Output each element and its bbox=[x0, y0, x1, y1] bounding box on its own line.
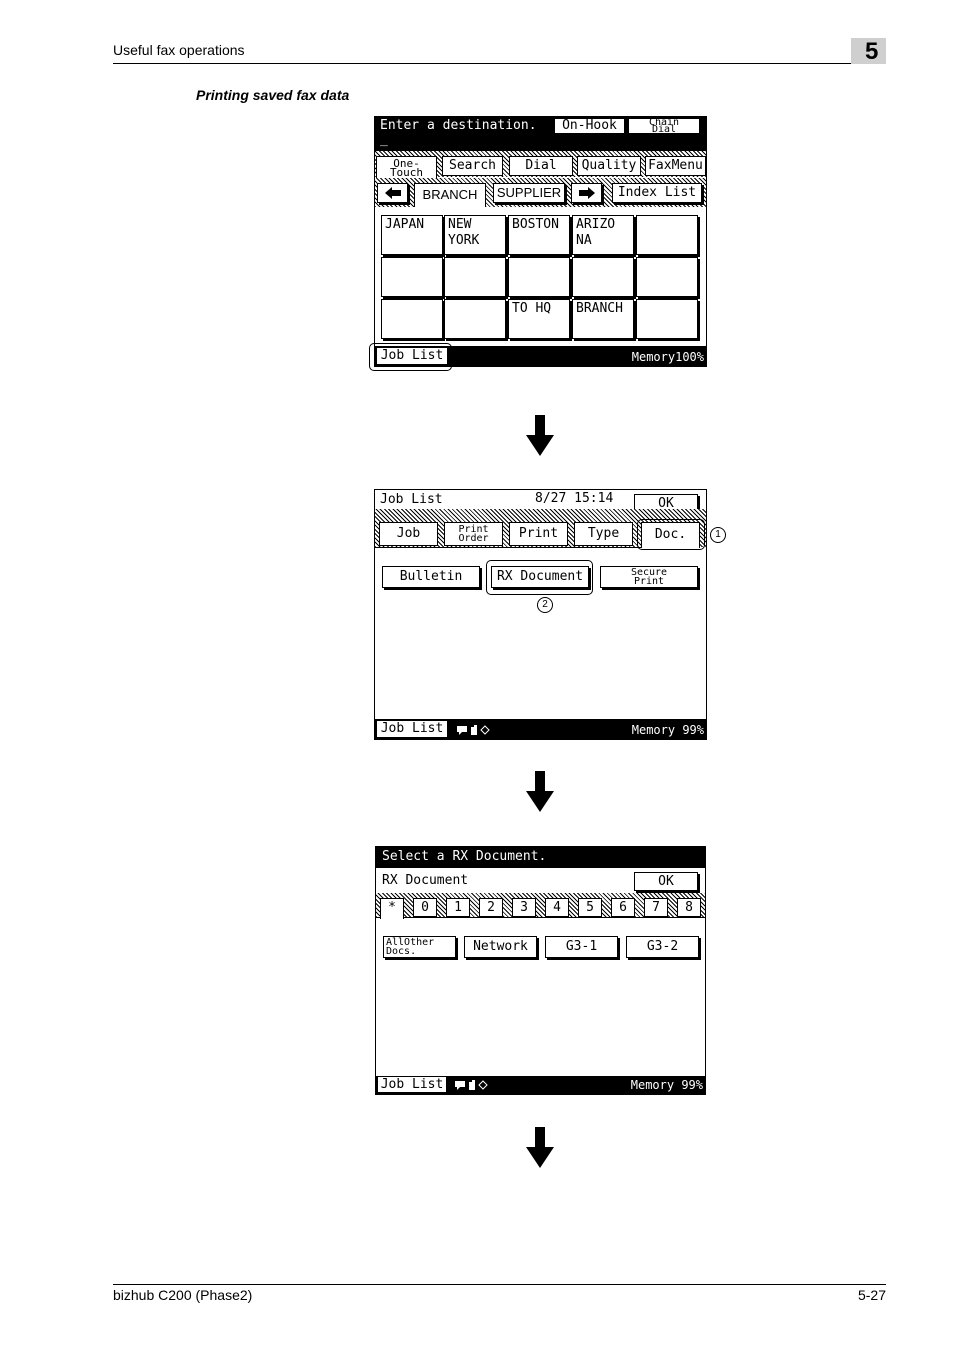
right-arrow-icon bbox=[578, 187, 595, 199]
memory-status: Memory 99% bbox=[630, 1078, 703, 1092]
one-touch-key[interactable]: BRANCH bbox=[572, 299, 634, 339]
datetime: 8/27 15:14 bbox=[535, 491, 614, 506]
tab-print-order[interactable]: Print Order bbox=[444, 522, 503, 546]
ok-button[interactable]: OK bbox=[634, 872, 698, 891]
g3-1-button[interactable]: G3-1 bbox=[545, 936, 618, 958]
next-page-button[interactable] bbox=[571, 183, 602, 203]
one-touch-key[interactable] bbox=[572, 257, 634, 297]
one-touch-key[interactable]: BOSTON bbox=[508, 215, 570, 255]
bulletin-button[interactable]: Bulletin bbox=[382, 566, 480, 588]
index-tab[interactable]: 8 bbox=[677, 898, 701, 917]
job-list-highlight bbox=[369, 343, 452, 371]
tab-one-touch[interactable]: One- Touch bbox=[376, 156, 437, 178]
section-title: Useful fax operations bbox=[113, 42, 245, 58]
prompt-text: Enter a destination. bbox=[380, 118, 537, 133]
page-number: 5-27 bbox=[857, 1287, 886, 1303]
down-arrow-icon bbox=[526, 1127, 554, 1168]
one-touch-key[interactable] bbox=[636, 299, 698, 339]
index-tab[interactable]: 7 bbox=[644, 898, 668, 917]
network-button[interactable]: Network bbox=[464, 936, 537, 958]
one-touch-key[interactable]: ARIZO NA bbox=[572, 215, 634, 255]
content-top-rule bbox=[376, 917, 705, 918]
job-list-button[interactable]: Job List bbox=[376, 720, 448, 738]
memory-status: Memory 99% bbox=[631, 723, 704, 737]
one-touch-key[interactable] bbox=[636, 257, 698, 297]
job-list-button[interactable]: Job List bbox=[377, 1076, 447, 1093]
memory-status: Memory100% bbox=[631, 350, 704, 364]
tab-dial[interactable]: Dial bbox=[509, 156, 573, 176]
prev-page-button[interactable] bbox=[377, 183, 408, 203]
index-tab[interactable]: * bbox=[380, 898, 404, 919]
group-tab-branch[interactable]: BRANCH bbox=[414, 183, 486, 207]
screen-rx-document: Select a RX Document. RX Document OK All… bbox=[375, 846, 706, 1095]
tab-faxmenu[interactable]: FaxMenu bbox=[645, 156, 706, 176]
one-touch-key[interactable] bbox=[381, 257, 443, 297]
callout-1: 1 bbox=[710, 527, 726, 543]
prompt-text: Select a RX Document. bbox=[382, 849, 547, 864]
group-tab-supplier[interactable]: SUPPLIER bbox=[493, 183, 565, 203]
tab-print[interactable]: Print bbox=[509, 522, 568, 546]
index-tab[interactable]: 6 bbox=[611, 898, 635, 917]
one-touch-key[interactable] bbox=[444, 299, 506, 339]
cursor: _ bbox=[380, 132, 388, 147]
product-name: bizhub C200 (Phase2) bbox=[113, 1287, 253, 1303]
one-touch-key[interactable] bbox=[508, 257, 570, 297]
index-tab[interactable]: 3 bbox=[512, 898, 536, 917]
one-touch-key[interactable]: NEW YORK bbox=[444, 215, 506, 255]
down-arrow-icon bbox=[526, 415, 554, 456]
one-touch-key[interactable]: TO HQ bbox=[508, 299, 570, 339]
tab-job[interactable]: Job bbox=[379, 522, 438, 546]
status-icons bbox=[455, 1080, 488, 1090]
status-icons bbox=[457, 725, 490, 735]
callout-2: 2 bbox=[537, 597, 553, 613]
one-touch-key[interactable]: JAPAN bbox=[381, 215, 443, 255]
index-list-button[interactable]: Index List bbox=[612, 183, 702, 203]
job-list-title: Job List bbox=[380, 492, 443, 507]
g3-2-button[interactable]: G3-2 bbox=[626, 936, 699, 958]
one-touch-key[interactable] bbox=[636, 215, 698, 255]
screen-destination: Enter a destination. _ On-Hook Chain Dia… bbox=[374, 116, 707, 367]
footer-rule bbox=[113, 1284, 886, 1285]
tab-search[interactable]: Search bbox=[442, 156, 503, 176]
rx-document-highlight bbox=[486, 560, 593, 595]
down-arrow-icon bbox=[526, 771, 554, 812]
left-arrow-icon bbox=[384, 187, 401, 199]
index-tab[interactable]: 5 bbox=[578, 898, 602, 917]
chapter-number: 5 bbox=[865, 38, 879, 65]
doc-tab-highlight bbox=[637, 519, 705, 550]
rx-document-title: RX Document bbox=[382, 873, 469, 888]
header-rule bbox=[113, 63, 886, 64]
secure-print-button[interactable]: Secure Print bbox=[600, 566, 698, 588]
all-other-docs-button[interactable]: AllOther Docs. bbox=[383, 936, 456, 958]
caption: Printing saved fax data bbox=[196, 87, 350, 103]
index-tab[interactable]: 2 bbox=[479, 898, 503, 917]
index-tab[interactable]: 1 bbox=[446, 898, 470, 917]
content-top-rule bbox=[375, 547, 641, 548]
index-tab[interactable]: 4 bbox=[545, 898, 569, 917]
one-touch-key[interactable] bbox=[444, 257, 506, 297]
chain-dial-button[interactable]: Chain Dial bbox=[628, 118, 700, 135]
index-tab[interactable]: 0 bbox=[413, 898, 437, 917]
on-hook-button[interactable]: On-Hook bbox=[554, 118, 625, 134]
one-touch-key[interactable] bbox=[381, 299, 443, 339]
tab-quality[interactable]: Quality bbox=[577, 156, 641, 176]
tab-type[interactable]: Type bbox=[574, 522, 633, 546]
